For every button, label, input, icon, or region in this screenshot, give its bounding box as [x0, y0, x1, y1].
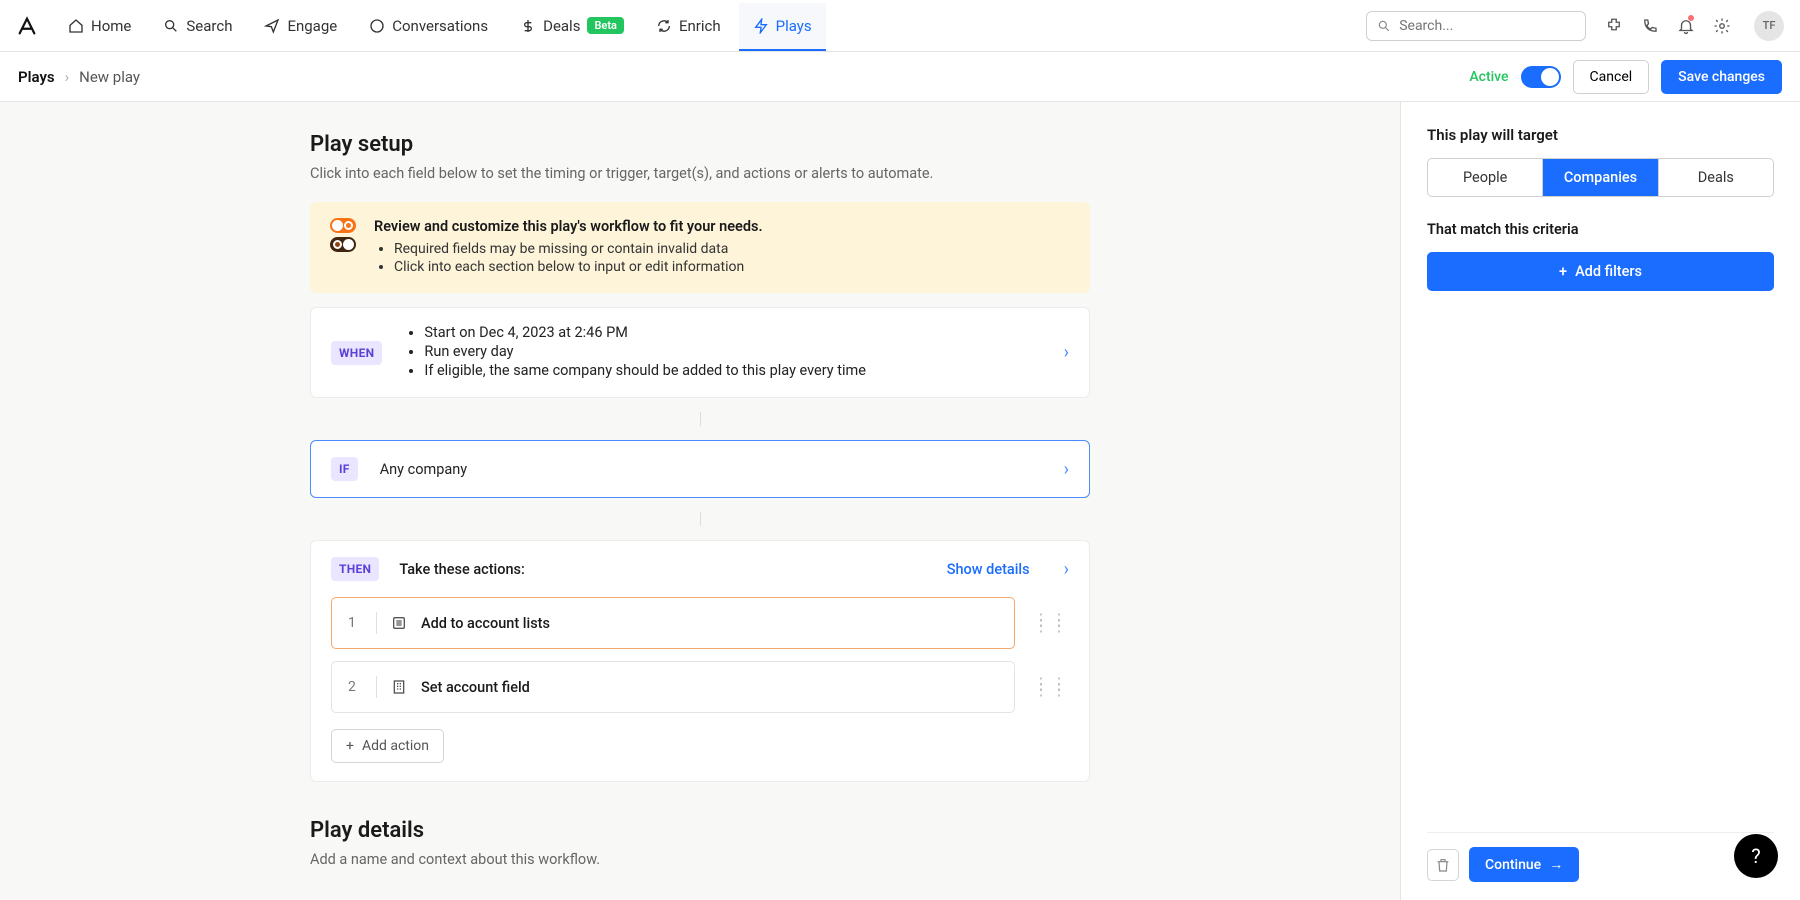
sub-header: Plays › New play Active Cancel Save chan… [0, 52, 1800, 102]
add-filters-button[interactable]: + Add filters [1427, 252, 1774, 291]
send-icon [264, 18, 280, 34]
nav-label: Enrich [679, 17, 721, 35]
action-row-1[interactable]: 1 Add to account lists [331, 597, 1015, 649]
refresh-icon [656, 18, 672, 34]
add-filters-label: Add filters [1575, 263, 1642, 280]
logo-icon[interactable] [16, 15, 38, 37]
action-number: 2 [348, 679, 362, 695]
warning-title: Review and customize this play's workflo… [374, 218, 1070, 235]
nav-deals[interactable]: Deals Beta [506, 9, 638, 43]
nav-enrich[interactable]: Enrich [642, 9, 735, 43]
warning-bullet: Required fields may be missing or contai… [394, 241, 1070, 257]
tab-people[interactable]: People [1428, 159, 1543, 196]
nav-label: Deals [543, 17, 580, 35]
tab-deals[interactable]: Deals [1659, 159, 1773, 196]
nav-home[interactable]: Home [54, 9, 145, 43]
action-number: 1 [348, 615, 362, 631]
search-icon [1377, 18, 1391, 34]
main-content: Play setup Click into each field below t… [0, 102, 1400, 900]
beta-badge: Beta [587, 17, 624, 34]
plus-icon: + [1559, 263, 1567, 280]
continue-button[interactable]: Continue → [1469, 847, 1579, 882]
when-card[interactable]: WHEN Start on Dec 4, 2023 at 2:46 PM Run… [310, 307, 1090, 398]
then-card: THEN Take these actions: Show details › … [310, 540, 1090, 782]
nav-label: Home [91, 17, 131, 35]
global-search[interactable] [1366, 11, 1586, 41]
page-title: Play setup [310, 132, 1090, 157]
active-status-label: Active [1469, 69, 1508, 85]
home-icon [68, 18, 84, 34]
drag-handle-icon[interactable]: ⋮⋮⋮⋮ [1033, 617, 1069, 629]
bolt-icon [753, 18, 769, 34]
save-button[interactable]: Save changes [1661, 60, 1782, 94]
nav-label: Engage [287, 17, 337, 35]
delete-button[interactable] [1427, 849, 1459, 881]
add-action-label: Add action [362, 738, 429, 754]
bell-icon[interactable] [1676, 16, 1696, 36]
list-icon [391, 615, 407, 631]
active-toggle[interactable] [1521, 66, 1561, 88]
avatar[interactable]: TF [1754, 11, 1784, 41]
cancel-button[interactable]: Cancel [1573, 60, 1650, 94]
continue-label: Continue [1485, 857, 1541, 873]
help-button[interactable]: ? [1734, 834, 1778, 878]
when-label: WHEN [331, 341, 382, 365]
building-icon [391, 679, 407, 695]
if-card[interactable]: IF Any company › [310, 440, 1090, 498]
plus-icon: + [346, 738, 354, 754]
trash-icon [1435, 857, 1451, 873]
then-text: Take these actions: [399, 561, 524, 578]
nav-conversations[interactable]: Conversations [355, 9, 502, 43]
side-title: This play will target [1427, 126, 1774, 144]
nav-search[interactable]: Search [149, 9, 246, 43]
breadcrumb-root[interactable]: Plays [18, 68, 55, 86]
nav-label: Search [186, 17, 232, 35]
page-subtitle: Click into each field below to set the t… [310, 165, 1090, 182]
search-icon [163, 18, 179, 34]
details-subtitle: Add a name and context about this workfl… [310, 851, 1090, 868]
chevron-right-icon: › [1064, 459, 1069, 480]
breadcrumb: Plays › New play [18, 68, 140, 86]
when-bullet: Run every day [424, 343, 1041, 360]
side-panel: This play will target People Companies D… [1400, 102, 1800, 900]
extension-icon[interactable] [1604, 16, 1624, 36]
then-label: THEN [331, 557, 379, 581]
nav-plays[interactable]: Plays [739, 3, 826, 51]
show-details-link[interactable]: Show details [947, 561, 1030, 578]
when-bullet: Start on Dec 4, 2023 at 2:46 PM [424, 324, 1041, 341]
gear-icon[interactable] [1712, 16, 1732, 36]
criteria-title: That match this criteria [1427, 221, 1774, 238]
phone-icon[interactable] [1640, 16, 1660, 36]
warning-icon [330, 218, 356, 252]
if-label: IF [331, 457, 358, 481]
action-label: Set account field [421, 679, 530, 696]
target-tabs: People Companies Deals [1427, 158, 1774, 197]
nav-label: Plays [776, 17, 812, 35]
action-label: Add to account lists [421, 615, 550, 632]
add-action-button[interactable]: + Add action [331, 729, 444, 763]
dollar-icon [520, 18, 536, 34]
top-nav: Home Search Engage Conversations Deals B… [0, 0, 1800, 52]
warning-bullet: Click into each section below to input o… [394, 259, 1070, 275]
drag-handle-icon[interactable]: ⋮⋮⋮⋮ [1033, 681, 1069, 693]
warning-banner: Review and customize this play's workflo… [310, 202, 1090, 293]
nav-engage[interactable]: Engage [250, 9, 351, 43]
chevron-right-icon[interactable]: › [1064, 559, 1069, 580]
if-text: Any company [380, 461, 1042, 478]
breadcrumb-current: New play [79, 68, 140, 86]
chat-icon [369, 18, 385, 34]
tab-companies[interactable]: Companies [1543, 159, 1658, 196]
details-title: Play details [310, 818, 1090, 843]
action-row-2[interactable]: 2 Set account field [331, 661, 1015, 713]
when-bullet: If eligible, the same company should be … [424, 362, 1041, 379]
top-icons: TF [1604, 11, 1784, 41]
chevron-right-icon: › [1064, 342, 1069, 363]
search-input[interactable] [1399, 18, 1575, 34]
chevron-right-icon: › [65, 68, 70, 86]
nav-label: Conversations [392, 17, 488, 35]
arrow-right-icon: → [1549, 856, 1563, 873]
